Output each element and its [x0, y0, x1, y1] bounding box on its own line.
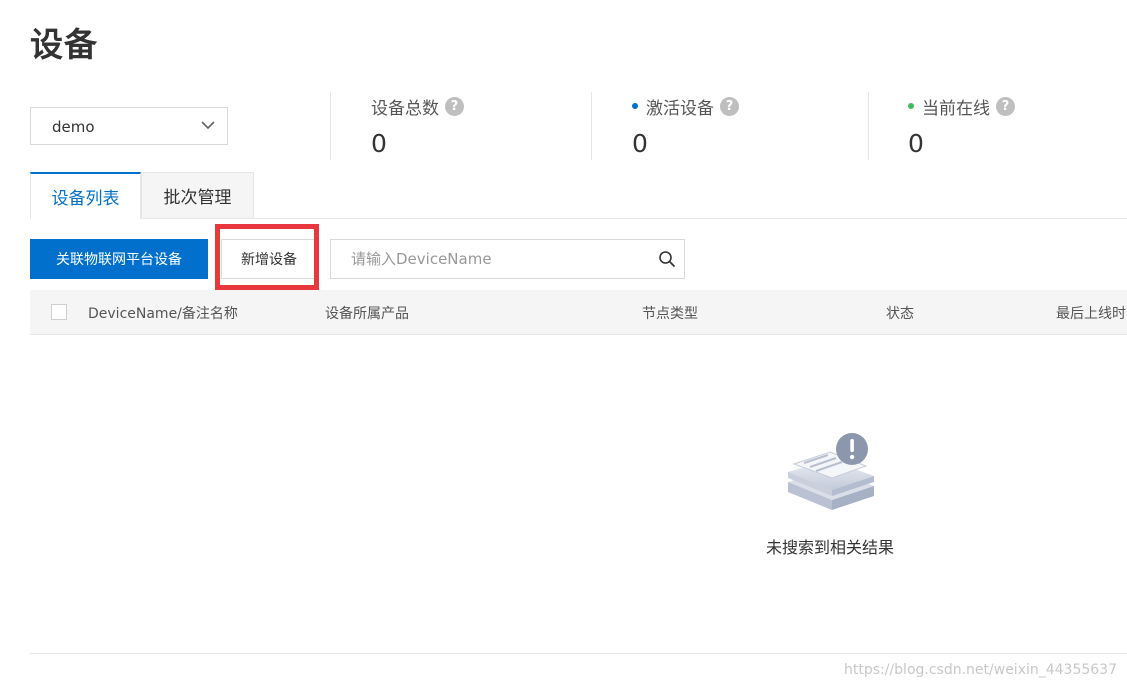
- empty-state-message: 未搜索到相关结果: [765, 538, 894, 557]
- product-select[interactable]: demo: [30, 107, 228, 145]
- empty-result-icon: [788, 433, 874, 510]
- tab-device-list[interactable]: 设备列表: [30, 172, 141, 219]
- tabs-divider: [30, 218, 1127, 219]
- table-header: DeviceName/备注名称 设备所属产品 节点类型 状态 最后上线时间: [30, 290, 1127, 335]
- tab-batch-management[interactable]: 批次管理: [141, 172, 254, 218]
- column-header-product[interactable]: 设备所属产品: [325, 303, 409, 323]
- stat-value: 0: [632, 129, 648, 158]
- search-icon[interactable]: [658, 250, 676, 268]
- chevron-down-icon: [201, 121, 215, 130]
- search-input[interactable]: [331, 240, 641, 278]
- status-dot-icon: [908, 103, 914, 109]
- search-box: [330, 239, 685, 279]
- column-header-last-online[interactable]: 最后上线时间: [1056, 303, 1127, 323]
- devices-page: 设备 demo 设备总数 ? 0 激活设备 ? 0 当前在线 ? 0 设备列表 …: [0, 0, 1127, 690]
- stat-total-devices: 设备总数 ? 0: [371, 93, 464, 159]
- stat-divider: [330, 92, 331, 160]
- stat-divider: [868, 92, 869, 160]
- page-title: 设备: [30, 25, 98, 64]
- column-header-status[interactable]: 状态: [886, 303, 914, 323]
- stat-value: 0: [908, 129, 924, 158]
- status-dot-icon: [632, 103, 638, 109]
- add-device-button[interactable]: 新增设备: [221, 239, 317, 279]
- stat-label: 激活设备: [646, 98, 714, 119]
- help-icon[interactable]: ?: [996, 96, 1015, 116]
- stat-divider: [591, 92, 592, 160]
- column-header-node-type[interactable]: 节点类型: [642, 303, 698, 323]
- column-header-device-name[interactable]: DeviceName/备注名称: [88, 303, 238, 323]
- product-select-value: demo: [52, 118, 95, 136]
- stat-online-devices: 当前在线 ? 0: [908, 93, 1015, 159]
- table-bottom-divider: [30, 653, 1127, 654]
- stat-label: 当前在线: [922, 98, 990, 119]
- stat-label: 设备总数: [371, 98, 439, 119]
- stat-value: 0: [371, 129, 387, 158]
- help-icon[interactable]: ?: [720, 96, 739, 116]
- select-all-checkbox[interactable]: [51, 304, 67, 320]
- stat-activated-devices: 激活设备 ? 0: [632, 93, 739, 159]
- help-icon[interactable]: ?: [445, 96, 464, 116]
- link-iot-devices-button[interactable]: 关联物联网平台设备: [30, 239, 208, 279]
- watermark: https://blog.csdn.net/weixin_44355637: [843, 662, 1117, 678]
